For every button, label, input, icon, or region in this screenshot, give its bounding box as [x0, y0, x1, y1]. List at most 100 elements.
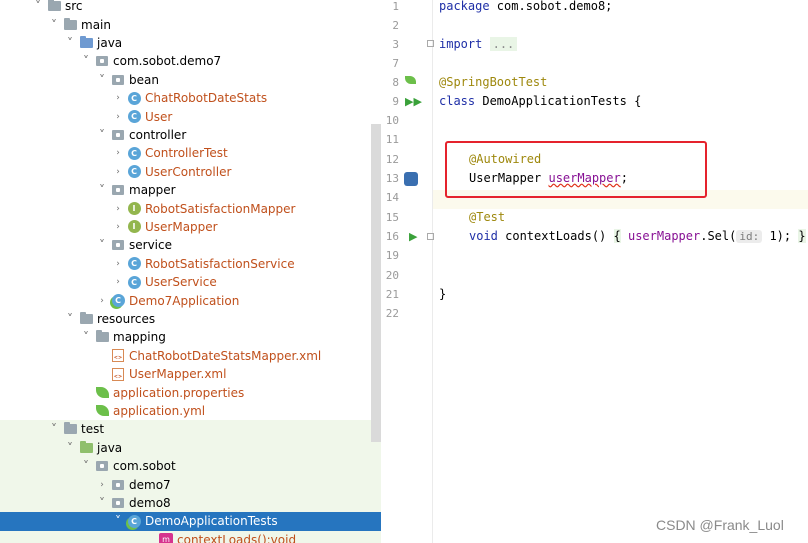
code-line-3[interactable]: import ... — [439, 37, 518, 51]
line-number[interactable]: 19 — [381, 249, 399, 262]
code-line-15[interactable]: @Test — [469, 210, 505, 224]
tree-item[interactable]: ˅ test — [0, 420, 381, 439]
tree-item[interactable]: ˅ src — [0, 0, 381, 15]
chevron-right-icon[interactable]: › — [112, 258, 124, 270]
code-line-9[interactable]: class DemoApplicationTests { — [439, 94, 641, 108]
tree-item[interactable]: ˅ mapper — [0, 181, 381, 199]
line-number[interactable]: 13 — [381, 172, 399, 185]
chevron-down-icon[interactable]: ˅ — [48, 422, 60, 436]
tree-item[interactable]: m contextLoads():void — [0, 530, 381, 543]
line-number[interactable]: 15 — [381, 211, 399, 224]
chevron-down-icon[interactable]: ˅ — [96, 183, 108, 197]
chevron-down-icon[interactable]: ˅ — [80, 54, 92, 68]
project-tree[interactable]: ˅ src ˅ main ˅ java ˅ com.sobot.demo7 ˅ bean › C Cha… — [0, 0, 381, 543]
line-number[interactable]: 12 — [381, 153, 399, 166]
tree-item[interactable]: ˅ service — [0, 236, 381, 254]
line-number[interactable]: 8 — [381, 76, 399, 89]
chevron-down-icon[interactable]: ˅ — [96, 128, 108, 142]
chevron-down-icon[interactable]: ˅ — [96, 496, 108, 510]
line-number[interactable]: 3 — [381, 38, 399, 51]
tree-item-label: mapper — [129, 183, 176, 198]
code-line-8[interactable]: @SpringBootTest — [439, 75, 547, 89]
tree-item-label: resources — [97, 311, 156, 326]
tree-item-label: mapping — [113, 330, 166, 345]
chevron-right-icon[interactable]: › — [112, 221, 124, 233]
chevron-down-icon[interactable]: ˅ — [80, 459, 92, 473]
folded-imports[interactable]: ... — [489, 37, 518, 51]
fold-marker-icon[interactable] — [427, 232, 434, 243]
tree-item[interactable]: application.properties — [0, 383, 381, 401]
tree-item[interactable]: ˅ com.sobot — [0, 457, 381, 476]
tree-item[interactable]: ˅ resources — [0, 310, 381, 328]
tree-item[interactable]: › I RobotSatisfactionMapper — [0, 199, 381, 217]
tree-item[interactable]: › C RobotSatisfactionService — [0, 255, 381, 273]
line-number[interactable]: 14 — [381, 191, 399, 204]
tree-item[interactable]: ˅ java — [0, 34, 381, 52]
chevron-right-icon[interactable]: › — [112, 111, 124, 123]
tree-item[interactable]: ˅ com.sobot.demo7 — [0, 52, 381, 70]
chevron-down-icon[interactable]: ˅ — [64, 441, 76, 455]
tree-item-icon-wrapper: I — [127, 220, 141, 234]
tree-item-label: demo8 — [129, 495, 171, 510]
tree-item[interactable]: › C UserController — [0, 163, 381, 181]
chevron-right-icon[interactable]: › — [112, 147, 124, 159]
tree-item[interactable]: ˅ java — [0, 438, 381, 457]
run-tests-icon[interactable]: ▶▶ — [405, 95, 422, 108]
chevron-right-icon[interactable]: › — [112, 92, 124, 104]
tree-item-label: src — [65, 0, 83, 14]
line-number[interactable]: 20 — [381, 269, 399, 282]
tree-item[interactable]: <> ChatRobotDateStatsMapper.xml — [0, 347, 381, 365]
tree-item[interactable]: ˅ controller — [0, 126, 381, 144]
line-number[interactable]: 21 — [381, 288, 399, 301]
tree-item[interactable]: › demo7 — [0, 475, 381, 494]
tree-item[interactable]: <> UserMapper.xml — [0, 365, 381, 383]
line-number[interactable]: 11 — [381, 133, 399, 146]
spring-bean-icon[interactable] — [405, 76, 416, 87]
run-test-icon[interactable]: ▶ — [409, 230, 417, 243]
chevron-down-icon[interactable]: ˅ — [32, 0, 44, 13]
line-number[interactable]: 7 — [381, 57, 399, 70]
code-line-16[interactable]: void contextLoads() { userMapper.Sel(id:… — [469, 229, 806, 243]
line-number[interactable]: 22 — [381, 307, 399, 320]
chevron-down-icon[interactable]: ˅ — [64, 36, 76, 50]
chevron-down-icon[interactable]: ˅ — [48, 18, 60, 32]
chevron-right-icon[interactable]: › — [112, 276, 124, 288]
chevron-down-icon[interactable]: ˅ — [80, 330, 92, 344]
chevron-right-icon[interactable]: › — [112, 166, 124, 178]
chevron-down-icon[interactable]: ˅ — [96, 73, 108, 87]
tree-item[interactable]: application.yml — [0, 402, 381, 420]
line-number[interactable]: 16 — [381, 230, 399, 243]
tree-item-label: application.properties — [113, 385, 245, 400]
tree-item[interactable]: › C UserService — [0, 273, 381, 291]
autowired-bean-icon[interactable] — [404, 172, 418, 189]
package-icon — [96, 56, 108, 67]
chevron-right-icon[interactable]: › — [96, 479, 108, 491]
tree-item[interactable]: › C Demo7Application — [0, 291, 381, 309]
line-number[interactable]: 9 — [381, 95, 399, 108]
class-icon: C — [127, 275, 141, 289]
line-number[interactable]: 10 — [381, 114, 399, 127]
tree-item[interactable]: › I UserMapper — [0, 218, 381, 236]
line-number[interactable]: 2 — [381, 19, 399, 32]
tree-item[interactable]: ˅ mapping — [0, 328, 381, 346]
chevron-down-icon[interactable]: ˅ — [64, 312, 76, 326]
tree-item-icon-wrapper — [47, 0, 61, 13]
chevron-right-icon[interactable]: › — [112, 203, 124, 215]
tree-item[interactable]: ˅ demo8 — [0, 493, 381, 513]
code-editor[interactable]: 1 2 3 7 8 9 10 11 12 13 14 15 16 19 20 21 22 ▶▶ ▶ package … — [381, 0, 808, 543]
line-number[interactable]: 1 — [381, 0, 399, 13]
chevron-down-icon[interactable]: ˅ — [112, 514, 124, 528]
fold-marker-icon[interactable] — [427, 39, 434, 50]
code-line-21[interactable]: } — [439, 287, 446, 301]
tree-item[interactable]: ˅ C DemoApplicationTests — [0, 512, 381, 531]
chevron-right-icon[interactable]: › — [96, 295, 108, 307]
code-line-1[interactable]: package com.sobot.demo8; — [439, 0, 612, 13]
tree-item-icon-wrapper — [111, 128, 125, 142]
tree-item[interactable]: › C User — [0, 107, 381, 125]
chevron-down-icon[interactable]: ˅ — [96, 238, 108, 252]
tree-scrollbar-thumb[interactable] — [371, 124, 381, 442]
tree-item[interactable]: › C ControllerTest — [0, 144, 381, 162]
tree-item[interactable]: › C ChatRobotDateStats — [0, 89, 381, 107]
tree-item[interactable]: ˅ main — [0, 15, 381, 33]
tree-item[interactable]: ˅ bean — [0, 71, 381, 89]
